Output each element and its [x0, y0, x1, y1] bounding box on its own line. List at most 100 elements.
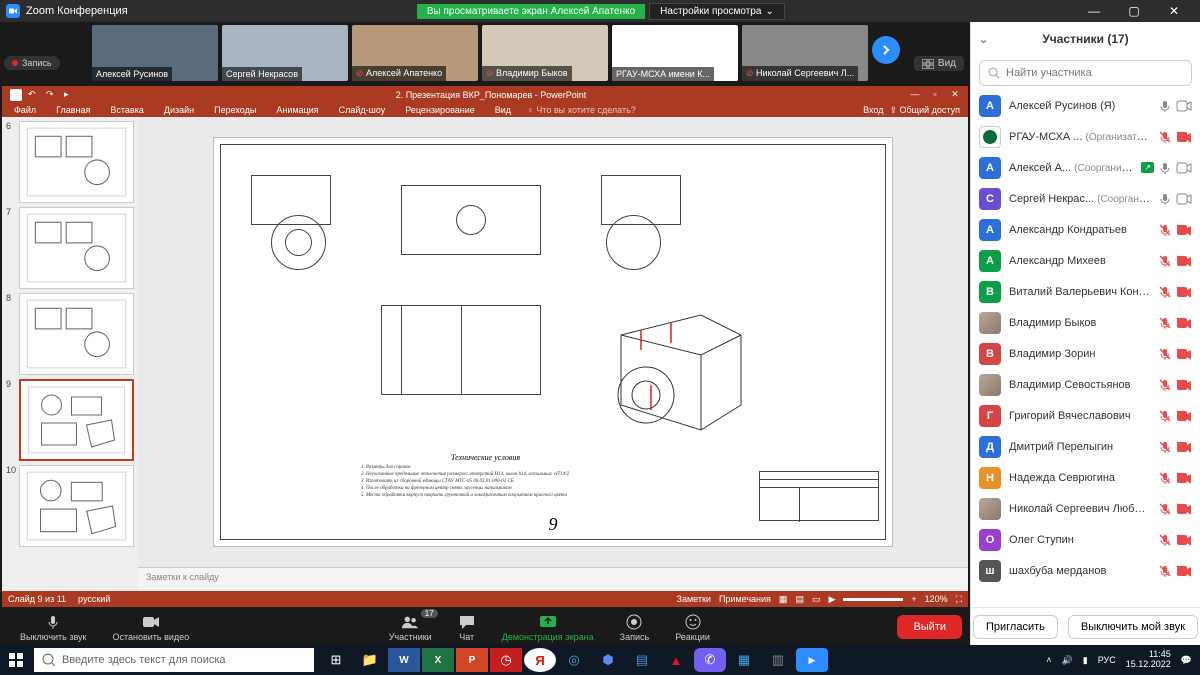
pp-redo-icon[interactable]: ↷: [46, 89, 58, 101]
pp-thumbnail[interactable]: [19, 465, 134, 547]
network-icon[interactable]: ▮: [1083, 655, 1088, 666]
pp-close-icon[interactable]: ✕: [946, 89, 964, 100]
pp-ribbon-tab[interactable]: Рецензирование: [401, 105, 479, 115]
app-icon-1[interactable]: ◎: [558, 648, 590, 672]
participant-row[interactable]: шшахбуба мерданов: [971, 555, 1200, 586]
maximize-button[interactable]: ▢: [1114, 4, 1154, 18]
pp-ribbon-tab[interactable]: Дизайн: [160, 105, 198, 115]
video-thumbnail[interactable]: ⊘ Николай Сергеевич Л...: [742, 25, 868, 81]
pp-ribbon-tab[interactable]: Главная: [52, 105, 94, 115]
participant-row[interactable]: ГГригорий Вячеславович: [971, 400, 1200, 431]
participant-row[interactable]: ССергей Некрас... (Соорганизатор): [971, 183, 1200, 214]
participant-row[interactable]: ААлександр Михеев: [971, 245, 1200, 276]
viber-icon[interactable]: ✆: [694, 648, 726, 672]
pp-comments-toggle[interactable]: Примечания: [719, 594, 771, 604]
participant-search[interactable]: [979, 60, 1192, 86]
pp-save-icon[interactable]: [10, 89, 22, 101]
tray-clock[interactable]: 11:45 15.12.2022: [1126, 650, 1171, 670]
video-thumbnail[interactable]: ⊘ Алексей Апатенко: [352, 25, 478, 81]
participant-row[interactable]: ННадежда Севрюгина: [971, 462, 1200, 493]
chat-button[interactable]: Чат: [446, 611, 488, 644]
explorer-icon[interactable]: 📁: [354, 648, 386, 672]
close-button[interactable]: ✕: [1154, 4, 1194, 18]
pp-view-reading-icon[interactable]: ▭: [812, 594, 821, 605]
app-icon-3[interactable]: ▤: [626, 648, 658, 672]
video-button[interactable]: Остановить видео: [101, 611, 202, 644]
participant-row[interactable]: Владимир Севостьянов: [971, 369, 1200, 400]
notifications-icon[interactable]: 💬: [1181, 655, 1192, 666]
pp-notes-toggle[interactable]: Заметки: [677, 594, 711, 604]
volume-icon[interactable]: 🔊: [1062, 655, 1073, 666]
pp-share-button[interactable]: ⇪ Общий доступ: [889, 105, 960, 116]
participant-row[interactable]: Николай Сергеевич Любимый: [971, 493, 1200, 524]
taskbar-search[interactable]: Введите здесь текст для поиска: [34, 648, 314, 672]
gallery-next-button[interactable]: [872, 36, 900, 64]
leave-button[interactable]: Выйти: [897, 615, 962, 639]
pp-thumbnail[interactable]: [19, 379, 134, 461]
collapse-icon[interactable]: ⌄: [979, 33, 988, 46]
participant-row[interactable]: ААлексей Русинов (Я): [971, 90, 1200, 121]
reactions-button[interactable]: Реакции: [663, 611, 722, 644]
pp-fit-icon[interactable]: ⛶: [956, 594, 962, 605]
video-thumbnail[interactable]: РГАУ-МСХА имени К...: [612, 25, 738, 81]
participant-row[interactable]: Владимир Быков: [971, 307, 1200, 338]
video-thumbnail[interactable]: Алексей Русинов: [92, 25, 218, 81]
record-button[interactable]: Запись: [608, 611, 662, 644]
pp-zoom-percent[interactable]: 120%: [925, 594, 948, 604]
video-thumbnail[interactable]: ⊘ Владимир Быков: [482, 25, 608, 81]
pp-view-slideshow-icon[interactable]: ▶: [828, 594, 835, 605]
recording-indicator[interactable]: Запись: [4, 56, 60, 70]
view-settings-dropdown[interactable]: Настройки просмотра⌄: [649, 3, 785, 20]
mute-button[interactable]: Выключить звук: [8, 611, 99, 644]
task-view-icon[interactable]: ⊞: [320, 648, 352, 672]
pp-view-sorter-icon[interactable]: ▤: [795, 594, 804, 605]
video-thumbnail[interactable]: Сергей Некрасов: [222, 25, 348, 81]
pp-max-icon[interactable]: ▫: [926, 89, 944, 100]
pp-ribbon-tab[interactable]: Слайд-шоу: [335, 105, 390, 115]
app-icon-4[interactable]: ▦: [728, 648, 760, 672]
pp-slide-thumbnails[interactable]: 678910: [2, 117, 138, 591]
pp-ribbon-tab[interactable]: Анимация: [272, 105, 322, 115]
view-mode-button[interactable]: Вид: [914, 56, 964, 71]
participant-row[interactable]: ВВиталий Валерьевич Конев: [971, 276, 1200, 307]
kompas-icon[interactable]: ◷: [490, 648, 522, 672]
pp-tell-me[interactable]: ♀ Что вы хотите сделать?: [527, 105, 636, 115]
pp-language[interactable]: русский: [78, 594, 110, 604]
participant-row[interactable]: ООлег Ступин: [971, 524, 1200, 555]
pp-start-icon[interactable]: ▸: [64, 89, 76, 101]
participant-row[interactable]: ААлександр Кондратьев: [971, 214, 1200, 245]
tray-expand-icon[interactable]: ˄: [1046, 655, 1051, 665]
share-screen-button[interactable]: Демонстрация экрана: [490, 611, 606, 644]
zoom-taskbar-icon[interactable]: ▶: [796, 648, 828, 672]
pp-ribbon-tab[interactable]: Вставка: [106, 105, 147, 115]
powerpoint-icon[interactable]: P: [456, 648, 488, 672]
participant-row[interactable]: ВВладимир Зорин: [971, 338, 1200, 369]
pp-view-normal-icon[interactable]: ▦: [779, 594, 788, 605]
pp-min-icon[interactable]: ―: [906, 89, 924, 100]
participant-row[interactable]: ДДмитрий Перелыгин: [971, 431, 1200, 462]
participants-button[interactable]: 17 Участники: [377, 611, 444, 644]
tray-language[interactable]: РУС: [1098, 655, 1116, 665]
pp-thumbnail[interactable]: [19, 121, 134, 203]
pp-thumbnail[interactable]: [19, 293, 134, 375]
pp-thumbnail[interactable]: [19, 207, 134, 289]
search-input[interactable]: [1006, 67, 1183, 79]
word-icon[interactable]: W: [388, 648, 420, 672]
app-icon-2[interactable]: ⬢: [592, 648, 624, 672]
app-icon-5[interactable]: ▥: [762, 648, 794, 672]
invite-button[interactable]: Пригласить: [973, 615, 1058, 639]
pp-ribbon-tab[interactable]: Файл: [10, 105, 40, 115]
yandex-icon[interactable]: Я: [524, 648, 556, 672]
minimize-button[interactable]: ―: [1074, 4, 1114, 18]
participant-row[interactable]: РГАУ-МСХА ... (Организатор): [971, 121, 1200, 152]
pp-ribbon-tab[interactable]: Вид: [491, 105, 515, 115]
pp-notes-pane[interactable]: Заметки к слайду: [138, 567, 968, 591]
pp-signin[interactable]: Вход: [863, 105, 883, 116]
participant-row[interactable]: ААлексей А... (Соорганизатор)↗: [971, 152, 1200, 183]
pp-ribbon-tab[interactable]: Переходы: [210, 105, 260, 115]
start-button[interactable]: [0, 645, 32, 675]
acrobat-icon[interactable]: ▲: [660, 648, 692, 672]
pp-zoom-slider[interactable]: [843, 598, 903, 601]
pp-undo-icon[interactable]: ↶: [28, 89, 40, 101]
excel-icon[interactable]: X: [422, 648, 454, 672]
